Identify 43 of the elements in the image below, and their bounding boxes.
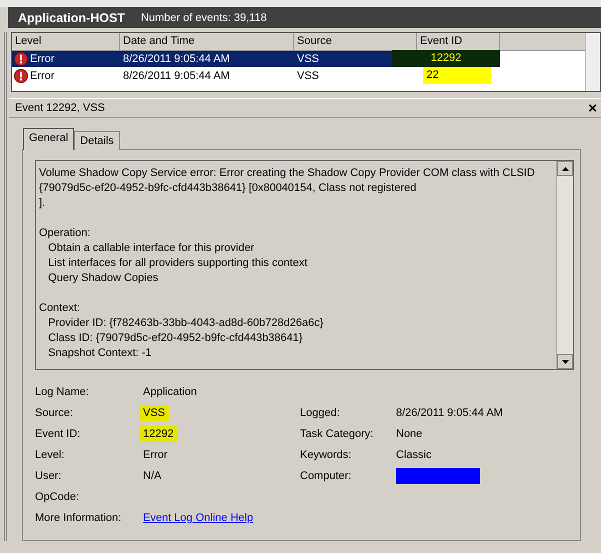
field-label: Task Category: — [300, 427, 374, 442]
close-button[interactable]: × — [588, 100, 597, 116]
field-value: Application — [143, 385, 198, 400]
field-label: Event ID: — [35, 427, 82, 442]
table-cell-text: VSS — [296, 70, 320, 82]
field-label: OpCode: — [35, 490, 80, 505]
table-cell: Error — [30, 70, 54, 82]
table-cell-text: 8/26/2011 9:05:44 AM — [122, 52, 231, 64]
table-cell: 22 — [422, 67, 490, 84]
scrollbar[interactable] — [585, 33, 600, 91]
field-label: Level: — [35, 448, 66, 463]
field-label: Keywords: — [300, 448, 352, 463]
event-row[interactable]: Error 8/26/2011 9:05:44 AM VSS 12292 — [12, 50, 500, 67]
field-value: None — [396, 427, 424, 442]
panel-title: Event 12292, VSS — [15, 102, 105, 114]
field-label: Computer: — [300, 469, 352, 484]
field-label: More Information: — [35, 511, 122, 526]
field-label: User: — [35, 469, 62, 484]
field-value: 12292 — [139, 426, 178, 442]
table-cell: 12292 — [392, 50, 500, 67]
table-cell-text: 8/26/2011 9:05:44 AM — [122, 70, 231, 82]
scrollbar[interactable] — [556, 161, 573, 369]
log-title: Application-HOST — [18, 10, 125, 24]
field-label: Logged: — [300, 406, 341, 421]
help-link[interactable]: Event Log Online Help — [143, 510, 254, 526]
error-icon — [14, 68, 28, 82]
table-cell: Error — [30, 52, 54, 64]
event-row[interactable]: Error 8/26/2011 9:05:44 AM VSS 22 — [12, 67, 585, 84]
error-icon — [14, 52, 28, 66]
field-value: Classic — [396, 448, 432, 463]
field-value: 8/26/2011 9:05:44 AM — [396, 406, 504, 421]
field-label: Log Name: — [35, 385, 90, 400]
message-text: Volume Shadow Copy Service error: Error creating the Shadow Copy Provider COM class with CLSID {79079d5c-ef20-4952-b9fc-cfd443b38641} [0x80040154, Class not registered ]. Operation: Obtain a callable interface for this provider List interfaces for all providers supporting this context Query Shadow Copies Context: Provider ID: {f782463b-33bb-4043-ad8d-60b728d26a6c} Class ID: {79079d5c-ef20-4952-b9fc-cfd443b38641} Snapshot Context: -1 — [38, 166, 536, 361]
down-arrow-icon[interactable] — [562, 360, 568, 364]
table-cell-text: VSS — [296, 52, 320, 64]
field-value: N/A — [143, 469, 162, 484]
field-value: Error — [143, 448, 168, 463]
field-value: VSS — [139, 405, 170, 421]
tab[interactable]: General — [23, 128, 74, 150]
up-arrow-icon[interactable] — [562, 166, 568, 170]
event-count: Number of events: 39,118 — [140, 12, 267, 24]
field-label: Source: — [35, 406, 74, 421]
tab[interactable]: Details — [74, 131, 120, 150]
